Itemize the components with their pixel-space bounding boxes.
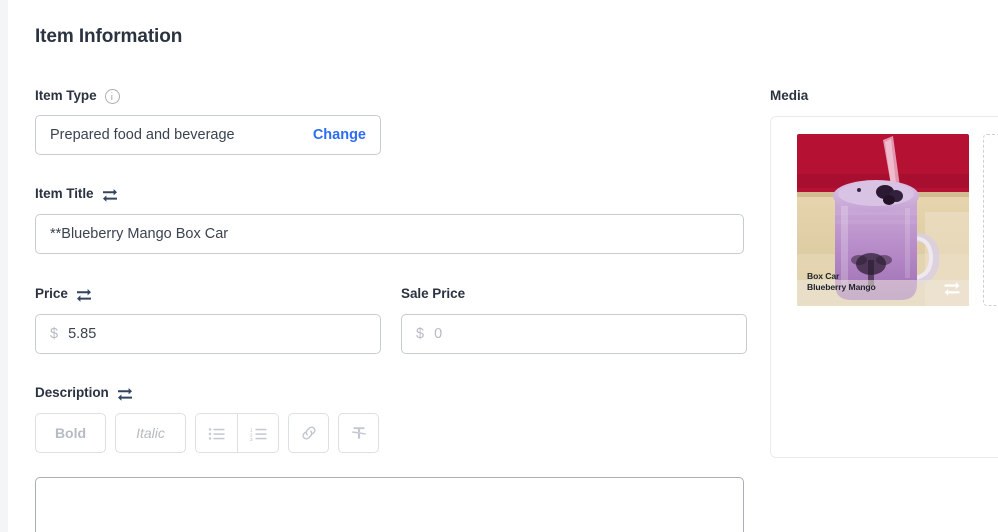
description-label-row: Description [35,385,133,401]
swap-arrows-icon[interactable] [117,386,133,401]
link-icon[interactable] [288,413,329,453]
info-circle-icon[interactable] [104,89,120,104]
item-title-value: **Blueberry Mango Box Car [50,226,229,242]
page-root: Item Information Item Type Prepared food… [0,0,998,532]
price-currency-symbol: $ [50,326,59,342]
sale-price-placeholder: 0 [434,326,443,342]
item-type-value: Prepared food and beverage [50,127,235,143]
list-button-group: 1 2 3 [195,413,279,453]
thumbnail-caption-line2: Blueberry Mango [807,282,876,292]
page-title: Item Information [35,26,183,47]
svg-text:3: 3 [250,437,253,441]
media-section-title: Media [770,88,809,103]
italic-button[interactable]: Italic [115,413,186,453]
swap-arrows-icon[interactable] [102,187,118,202]
item-type-label-row: Item Type [35,88,120,104]
item-information-card: Item Information Item Type Prepared food… [8,0,998,532]
item-type-field[interactable]: Prepared food and beverage Change [35,115,381,155]
item-title-label-row: Item Title [35,186,118,202]
empty-media-placeholder[interactable] [983,134,998,306]
swap-arrows-icon[interactable] [76,287,92,302]
bulleted-list-icon[interactable] [196,414,237,452]
sale-price-currency-symbol: $ [416,326,425,342]
price-input[interactable]: $ 5.85 [35,314,381,354]
price-value: 5.85 [68,326,97,342]
bold-button[interactable]: Bold [35,413,106,453]
price-label-row: Price [35,286,92,302]
description-label: Description [35,385,109,400]
clear-formatting-icon[interactable] [338,413,379,453]
description-textarea[interactable] [35,477,744,532]
description-rich-text-toolbar: Bold Italic 1 2 3 [35,413,379,453]
sale-price-label: Sale Price [401,286,466,301]
price-label: Price [35,286,68,301]
item-title-input[interactable]: **Blueberry Mango Box Car [35,214,744,254]
thumbnail-swap-arrows-icon[interactable] [943,280,961,296]
numbered-list-icon[interactable]: 1 2 3 [237,414,278,452]
sale-price-label-row: Sale Price [401,286,465,301]
change-item-type-button[interactable]: Change [313,127,366,143]
item-type-label: Item Type [35,88,97,103]
sale-price-input[interactable]: $ 0 [401,314,747,354]
thumbnail-caption-line1: Box Car [807,271,840,281]
item-title-label: Item Title [35,186,94,201]
media-thumbnail[interactable]: Box Car Blueberry Mango [797,134,969,306]
thumbnail-caption: Box Car Blueberry Mango [807,271,876,293]
